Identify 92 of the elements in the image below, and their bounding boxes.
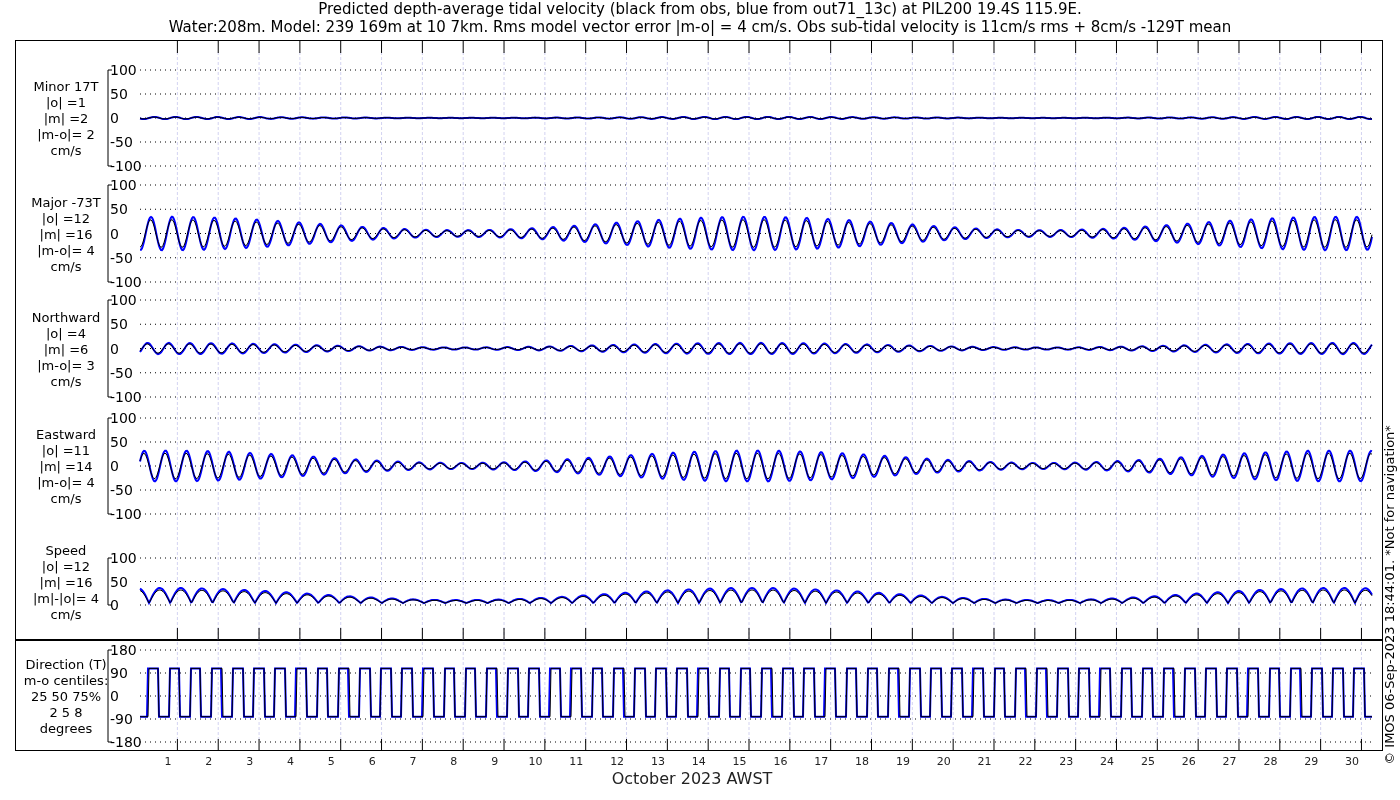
axis-tick-label: 13 — [650, 755, 665, 768]
panel-label: |o| =4 — [46, 325, 86, 341]
axis-tick-label: 3 — [246, 755, 254, 768]
axis-tick-label: 22 — [1018, 755, 1033, 768]
panel-label: Northward — [31, 309, 101, 325]
panel-label: Speed — [45, 542, 87, 558]
panel-label: Direction (T) — [25, 657, 107, 672]
panel-label: Minor 17T — [33, 79, 99, 94]
axis-tick-label: 50 — [110, 201, 128, 218]
axis-tick-label: 29 — [1304, 755, 1319, 768]
panel-label: cm/s — [50, 491, 82, 506]
axis-tick-label: 26 — [1181, 755, 1196, 768]
axis-tick-label: -100 — [110, 274, 142, 290]
panel-label: |m-o|= 4 — [37, 475, 95, 490]
panel-label: 25 50 75% — [30, 689, 102, 704]
panel-label: |m| =2 — [43, 111, 89, 126]
panel-label: |o| =1 — [46, 95, 86, 110]
axis-tick-label: 20 — [936, 755, 951, 768]
x-axis-title: October 2023 AWST — [611, 769, 773, 788]
axis-tick-label: 100 — [110, 550, 137, 566]
axis-tick-label: 12 — [610, 755, 625, 768]
axis-tick-label: 10 — [528, 755, 543, 768]
axis-tick-label: 30 — [1345, 755, 1360, 768]
axis-tick-label: 0 — [110, 340, 119, 357]
copyright-note: © IMOS 06-Sep-2023 18:44:01. *Not for navigation* — [1382, 425, 1397, 765]
panel-label: |o| =12 — [41, 210, 91, 226]
panel-label: cm/s — [50, 143, 82, 158]
panel-label: m-o centiles: — [23, 673, 109, 688]
axis-tick-label: 6 — [368, 755, 376, 768]
panel-label: |m| =6 — [43, 341, 89, 357]
axis-tick-label: 24 — [1100, 755, 1115, 768]
panel-label: cm/s — [50, 606, 82, 622]
axis-tick-label: 50 — [110, 316, 128, 333]
axis-tick-label: -100 — [110, 506, 142, 522]
axis-tick-label: 0 — [110, 688, 119, 704]
panel-label: cm/s — [50, 258, 82, 274]
axis-tick-label: 0 — [110, 458, 119, 474]
panel-label: |m| =16 — [39, 574, 93, 590]
axis-tick-label: -50 — [110, 364, 133, 381]
axis-tick-label: 1 — [164, 755, 172, 768]
panel-label: Major -73T — [31, 194, 101, 210]
axis-tick-label: -50 — [110, 134, 133, 150]
axis-tick-label: -180 — [110, 734, 142, 750]
panel-label: |m-o|= 3 — [37, 357, 95, 373]
panel-label: cm/s — [50, 373, 82, 389]
panel-label: |m|-|o|= 4 — [32, 590, 100, 606]
panel-label: degrees — [39, 721, 93, 736]
panel-label: |m-o|= 4 — [37, 242, 95, 258]
axis-tick-label: 0 — [110, 225, 119, 242]
panel-label: |m| =14 — [39, 459, 93, 474]
panel-label: |m-o|= 2 — [37, 127, 95, 142]
axis-tick-label: 21 — [977, 755, 992, 768]
panel-label: Eastward — [36, 427, 96, 442]
axis-tick-label: -50 — [110, 482, 133, 498]
axis-tick-label: 11 — [569, 755, 584, 768]
axis-tick-label: 4 — [287, 755, 294, 768]
axis-tick-label: -100 — [110, 158, 142, 174]
axis-tick-label: 100 — [110, 292, 137, 308]
panel-label: |o| =12 — [41, 558, 91, 574]
axis-tick-label: 5 — [327, 755, 335, 768]
axis-tick-label: 180 — [110, 642, 137, 658]
panel-label: |o| =11 — [41, 443, 91, 458]
axis-tick-label: 50 — [110, 434, 128, 450]
axis-tick-label: 0 — [110, 597, 119, 613]
axis-tick-label: 100 — [110, 177, 137, 193]
axis-tick-label: 23 — [1059, 755, 1074, 768]
axis-tick-label: 90 — [110, 665, 128, 681]
axis-tick-label: 14 — [691, 755, 706, 768]
axis-tick-label: 2 — [205, 755, 213, 768]
axis-tick-label: 25 — [1140, 755, 1155, 768]
panel-label: 2 5 8 — [49, 705, 83, 720]
axis-tick-label: 16 — [773, 755, 788, 768]
panel-label: |m| =16 — [39, 226, 93, 242]
axis-tick-label: 15 — [732, 755, 747, 768]
axis-tick-label: 50 — [110, 573, 128, 590]
axis-tick-label: -50 — [110, 249, 133, 266]
axis-tick-label: 100 — [110, 62, 137, 78]
axis-tick-label: 0 — [110, 110, 119, 126]
axis-tick-label: 100 — [110, 410, 137, 426]
axis-tick-label: 8 — [450, 755, 458, 768]
axis-tick-label: 7 — [409, 755, 417, 768]
axis-tick-label: -100 — [110, 389, 142, 405]
axis-tick-label: 18 — [855, 755, 870, 768]
axis-tick-label: 17 — [814, 755, 829, 768]
axis-tick-label: 9 — [491, 755, 499, 768]
axis-tick-label: 28 — [1263, 755, 1278, 768]
axis-tick-label: 50 — [110, 86, 128, 102]
axis-tick-label: -90 — [110, 711, 133, 727]
axis-tick-label: 19 — [895, 755, 910, 768]
chart-title: Predicted depth-average tidal velocity (black from obs, blue from out71_13c) at PIL200 19.4S 115.9E. — [318, 0, 1082, 18]
chart-title: Water:208m. Model: 239 169m at 10 7km. Rms model vector error |m-o| = 4 cm/s. Obs sub-tidal velocity is 11cm/s rms + 8cm/s -129T mean — [168, 18, 1232, 36]
axis-tick-label: 27 — [1222, 755, 1237, 768]
